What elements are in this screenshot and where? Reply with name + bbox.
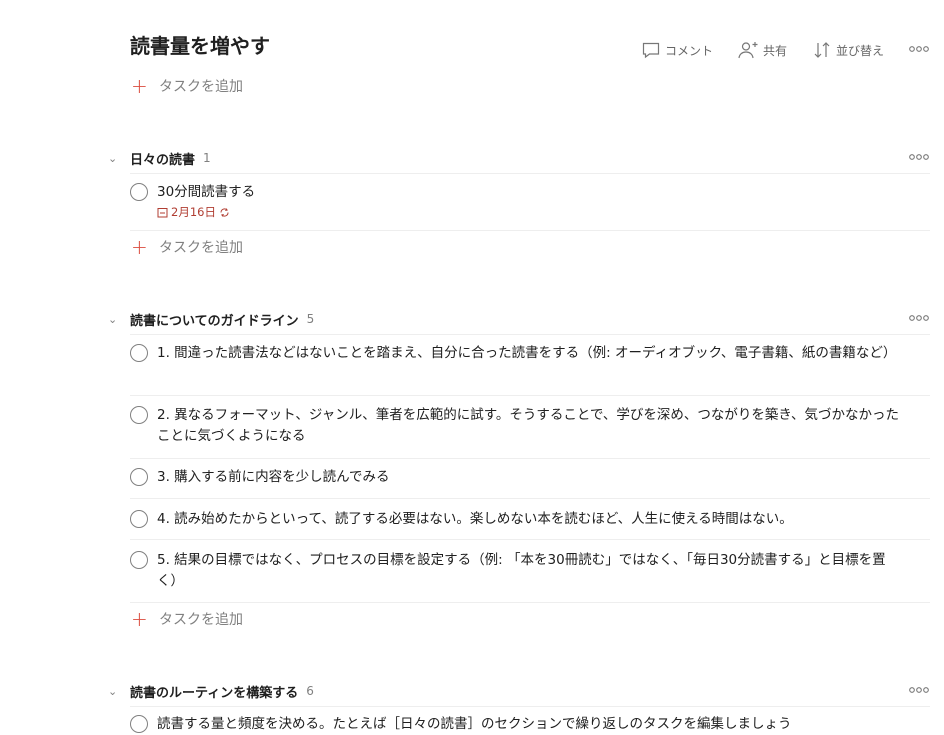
more-icon bbox=[909, 46, 929, 52]
more-menu-button[interactable] bbox=[908, 41, 930, 60]
add-task-label: タスクを追加 bbox=[159, 240, 243, 256]
divider bbox=[130, 173, 930, 174]
chevron-down-icon[interactable]: ⌄ bbox=[108, 313, 130, 326]
divider bbox=[130, 458, 930, 459]
more-icon bbox=[909, 314, 929, 321]
divider bbox=[130, 230, 930, 231]
section-more-button[interactable] bbox=[908, 149, 930, 168]
section-title: 日々の読書 bbox=[130, 152, 196, 168]
task-text: 読書する量と頻度を決める。たとえば［日々の読書］のセクションで繰り返しのタスクを… bbox=[157, 716, 792, 732]
task-checkbox[interactable] bbox=[130, 406, 148, 424]
task-checkbox[interactable] bbox=[130, 715, 148, 733]
task-checkbox[interactable] bbox=[130, 510, 148, 528]
section-more-button[interactable] bbox=[908, 310, 930, 329]
divider bbox=[130, 706, 930, 707]
task-item[interactable]: 4. 読み始めたからといって、読了する必要はない。楽しめない本を読むほど、人生に… bbox=[130, 509, 930, 530]
section-header: ⌄ 読書のルーティンを構築する 6 bbox=[108, 677, 930, 705]
section-count: 6 bbox=[306, 684, 314, 698]
page-title: 読書量を増やす bbox=[130, 34, 270, 58]
comment-icon bbox=[642, 42, 660, 59]
divider bbox=[130, 539, 930, 540]
add-task-button[interactable]: + タスクを追加 bbox=[131, 237, 243, 257]
more-icon bbox=[909, 686, 929, 693]
comment-label: コメント bbox=[665, 43, 714, 58]
divider bbox=[130, 334, 930, 335]
share-button[interactable]: 共有 bbox=[737, 40, 787, 60]
divider bbox=[130, 602, 930, 603]
plus-icon: + bbox=[131, 607, 148, 631]
task-text: 30分間読書する bbox=[157, 184, 256, 200]
add-task-label: タスクを追加 bbox=[159, 79, 243, 95]
sort-icon bbox=[814, 42, 830, 58]
task-item[interactable]: 3. 購入する前に内容を少し読んでみる bbox=[130, 467, 930, 488]
plus-icon: + bbox=[131, 74, 148, 98]
comment-button[interactable]: コメント bbox=[641, 40, 713, 60]
chevron-down-icon[interactable]: ⌄ bbox=[108, 152, 130, 165]
add-task-button[interactable]: + タスクを追加 bbox=[131, 609, 243, 629]
add-task-button[interactable]: + タスクを追加 bbox=[131, 76, 243, 96]
divider bbox=[130, 498, 930, 499]
task-checkbox[interactable] bbox=[130, 344, 148, 362]
task-item[interactable]: 5. 結果の目標ではなく、プロセスの目標を設定する（例: 「本を30冊読む」では… bbox=[130, 550, 930, 592]
section-title: 読書のルーティンを構築する bbox=[130, 685, 299, 701]
due-date-label: 2月16日 bbox=[171, 205, 216, 219]
task-checkbox[interactable] bbox=[130, 183, 148, 201]
task-item[interactable]: 1. 間違った読書法などはないことを踏まえ、自分に合った読書をする（例: オーデ… bbox=[130, 343, 930, 364]
sort-label: 並び替え bbox=[836, 43, 885, 58]
task-item[interactable]: 読書する量と頻度を決める。たとえば［日々の読書］のセクションで繰り返しのタスクを… bbox=[130, 714, 930, 735]
task-text: 1. 間違った読書法などはないことを踏まえ、自分に合った読書をする（例: オーデ… bbox=[157, 345, 897, 361]
due-date[interactable]: 2月16日 bbox=[157, 204, 902, 220]
section-count: 1 bbox=[203, 151, 211, 165]
task-text: 5. 結果の目標ではなく、プロセスの目標を設定する（例: 「本を30冊読む」では… bbox=[157, 552, 886, 589]
task-text: 3. 購入する前に内容を少し読んでみる bbox=[157, 469, 390, 485]
share-label: 共有 bbox=[763, 43, 788, 58]
divider bbox=[130, 395, 930, 396]
task-checkbox[interactable] bbox=[130, 551, 148, 569]
section-title: 読書についてのガイドライン bbox=[130, 313, 299, 329]
chevron-down-icon[interactable]: ⌄ bbox=[108, 685, 130, 698]
task-item[interactable]: 2. 異なるフォーマット、ジャンル、筆者を広範的に試す。そうすることで、学びを深… bbox=[130, 405, 930, 447]
sort-button[interactable]: 並び替え bbox=[812, 40, 884, 60]
section-more-button[interactable] bbox=[908, 682, 930, 701]
task-text: 2. 異なるフォーマット、ジャンル、筆者を広範的に試す。そうすることで、学びを深… bbox=[157, 407, 899, 444]
section-header: ⌄ 読書についてのガイドライン 5 bbox=[108, 305, 930, 333]
calendar-icon bbox=[157, 207, 168, 217]
section-count: 5 bbox=[306, 312, 315, 326]
task-checkbox[interactable] bbox=[130, 468, 148, 486]
add-task-label: タスクを追加 bbox=[159, 612, 243, 628]
task-text: 4. 読み始めたからといって、読了する必要はない。楽しめない本を読むほど、人生に… bbox=[157, 511, 793, 527]
plus-icon: + bbox=[131, 235, 148, 259]
task-item[interactable]: 30分間読書する 2月16日 bbox=[130, 182, 930, 220]
recurring-icon bbox=[220, 207, 229, 217]
section-header: ⌄ 日々の読書 1 bbox=[108, 144, 930, 172]
share-icon bbox=[738, 42, 758, 59]
more-icon bbox=[909, 153, 929, 160]
